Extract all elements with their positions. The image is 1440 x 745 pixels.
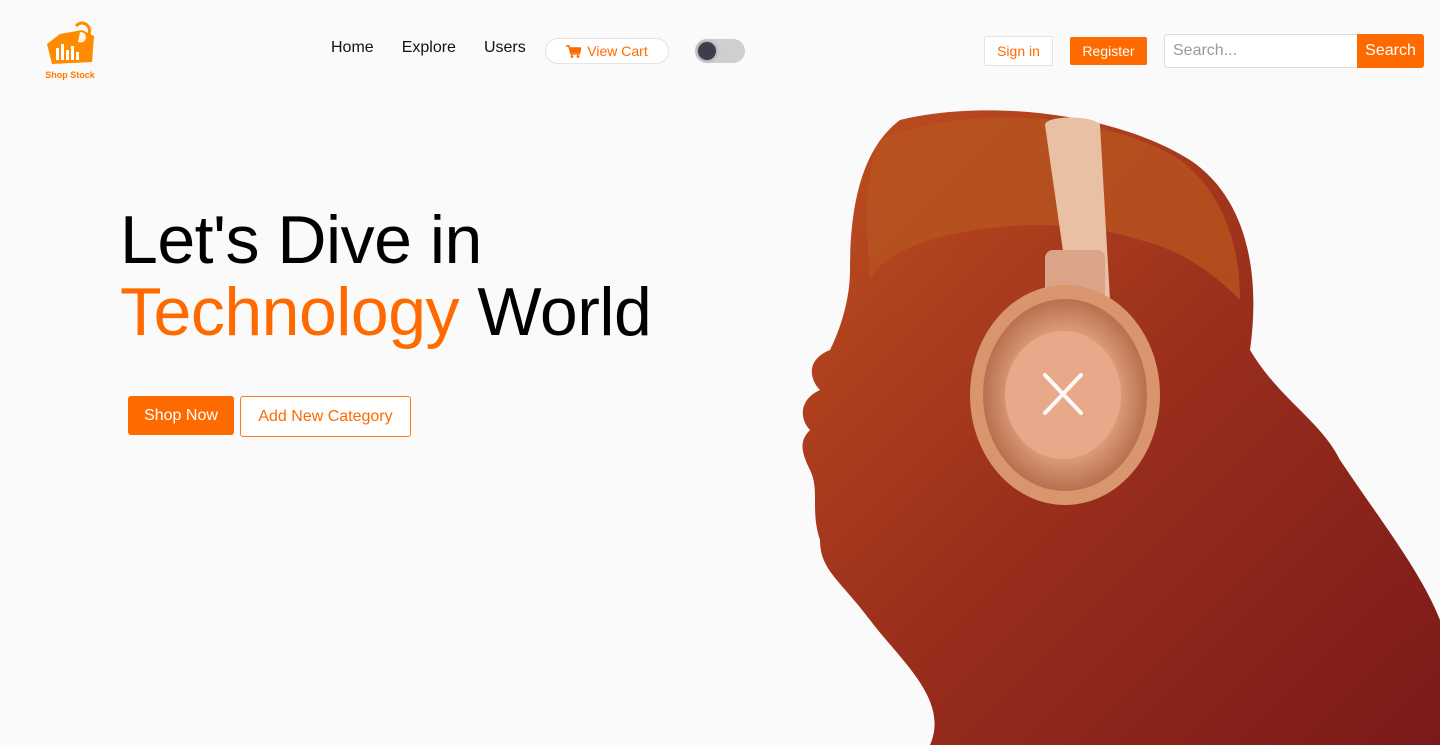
add-new-category-button[interactable]: Add New Category xyxy=(240,396,411,437)
theme-toggle[interactable] xyxy=(695,39,745,63)
register-button[interactable]: Register xyxy=(1070,37,1147,65)
hero-line-1: Let's Dive in xyxy=(120,202,482,278)
main-nav: Home Explore Users xyxy=(331,39,554,57)
view-cart-button[interactable]: View Cart xyxy=(545,38,669,64)
shopping-bag-logo-icon xyxy=(47,21,94,64)
sign-in-button[interactable]: Sign in xyxy=(984,36,1053,66)
view-cart-label: View Cart xyxy=(587,43,648,59)
shopping-cart-icon xyxy=(566,44,582,58)
hero-headline: Let's Dive in Technology World xyxy=(120,202,652,350)
hero-headphones-image xyxy=(802,110,1440,745)
brand-logo[interactable]: Shop Stock xyxy=(40,18,100,82)
hero-accent-word: Technology xyxy=(120,274,460,350)
nav-item-users[interactable]: Users xyxy=(484,39,526,57)
toggle-knob xyxy=(698,42,716,60)
nav-item-explore[interactable]: Explore xyxy=(402,39,456,57)
nav-item-home[interactable]: Home xyxy=(331,39,374,57)
brand-name: Shop Stock xyxy=(45,70,95,80)
hero-line-2-rest: World xyxy=(459,274,652,350)
search-bar: Search xyxy=(1164,34,1424,68)
search-input[interactable] xyxy=(1164,34,1357,68)
search-button[interactable]: Search xyxy=(1357,34,1424,68)
shop-now-button[interactable]: Shop Now xyxy=(128,396,234,435)
